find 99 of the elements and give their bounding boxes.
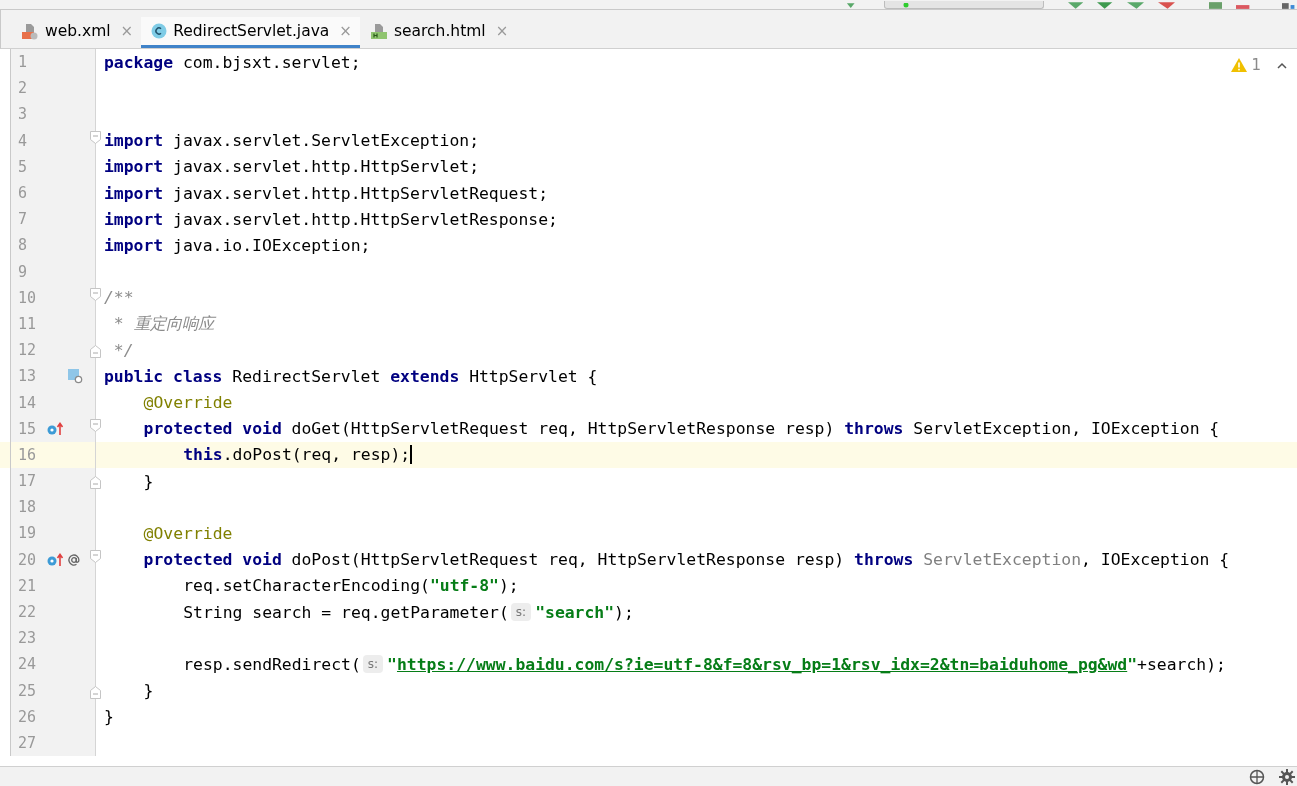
xml-file-icon (21, 22, 39, 40)
code-text: package (104, 52, 174, 72)
line-number: 23 (18, 629, 38, 648)
code-text: import (104, 131, 164, 151)
code-text: ServletException, IOException { (912, 419, 1220, 439)
code-text: "search" (535, 602, 615, 622)
text-caret (410, 445, 412, 465)
fold-icon[interactable] (90, 549, 101, 563)
line-number: 6 (18, 184, 29, 203)
line-number: 9 (18, 262, 29, 281)
code-text: } (104, 707, 114, 727)
line-number: 11 (18, 314, 38, 333)
code-text: @Override (143, 523, 233, 543)
code-text: } (143, 471, 154, 491)
line-number: 19 (18, 524, 38, 543)
line-number: 2 (18, 79, 29, 98)
code-text: String search = req.getParameter( (183, 602, 509, 622)
settings-icon[interactable] (1279, 768, 1295, 785)
line-number: 12 (18, 341, 38, 360)
line-number: 8 (18, 236, 29, 255)
code-text: .doPost(req, resp); (222, 445, 411, 465)
code-text: this (183, 445, 223, 465)
line-number: 24 (18, 655, 38, 674)
code-text: throws (844, 419, 904, 439)
class-icon (151, 23, 168, 39)
code-text: " (387, 654, 397, 674)
line-number: 1 (18, 53, 29, 72)
line-number: 25 (18, 681, 38, 700)
code-text: /** (104, 288, 134, 308)
code-text: import (104, 157, 164, 177)
fold-icon[interactable] (90, 130, 101, 144)
code-text: javax.servlet.http.HttpServletRequest; (172, 183, 549, 203)
code-text: resp.sendRedirect( (183, 654, 361, 674)
line-number: 27 (18, 733, 38, 752)
code-text: ServletException (922, 550, 1082, 570)
fold-icon[interactable] (90, 287, 101, 301)
fold-icon[interactable] (90, 685, 101, 699)
line-number: 13 (18, 367, 38, 386)
url-link[interactable]: https://www.baidu.com/s?ie=utf-8&f=8&rsv_bp=1&rsv_idx=2&tn=baiduhome_pg&wd (397, 654, 1128, 674)
code-text: req.setCharacterEncoding( (183, 576, 430, 596)
code-text: } (143, 681, 154, 701)
code-text: javax.servlet.ServletException; (172, 131, 479, 151)
code-text: RedirectServlet (231, 366, 382, 386)
parameter-hint: s: (510, 603, 532, 622)
code-text: com.bjsxt.servlet; (181, 52, 361, 72)
editor-tab[interactable]: RedirectServlet.java × (141, 17, 360, 48)
code-text: "utf-8" (429, 576, 499, 596)
code-text: throws (854, 550, 914, 570)
line-number: 21 (18, 576, 38, 595)
code-text: javax.servlet.http.HttpServletResponse; (172, 209, 558, 229)
line-number: 4 (18, 131, 29, 150)
code-text: import (104, 209, 164, 229)
line-number: 14 (18, 393, 38, 412)
line-number: 20 (18, 550, 38, 569)
line-number: 15 (18, 419, 38, 438)
memory-indicator-icon[interactable] (1249, 768, 1265, 785)
code-text: public class (104, 366, 223, 386)
code-text: javax.servlet.http.HttpServlet; (172, 157, 479, 177)
fold-icon[interactable] (90, 476, 101, 489)
code-text: extends (390, 366, 460, 386)
html-file-icon (369, 22, 388, 40)
parameter-hint: s: (362, 655, 384, 674)
line-number: 26 (18, 707, 38, 726)
warning-icon[interactable] (1231, 58, 1248, 72)
fold-icon[interactable] (90, 418, 101, 432)
annotation-icon[interactable] (67, 552, 81, 567)
caret-up-icon[interactable] (1277, 61, 1287, 69)
code-text: " (1127, 654, 1138, 674)
line-number: 7 (18, 210, 29, 229)
line-number: 5 (18, 157, 29, 176)
line-number: 17 (18, 472, 38, 491)
editor-tab[interactable]: search.html × (359, 17, 517, 48)
fold-icon[interactable] (90, 345, 101, 359)
code-text: +search); (1137, 654, 1226, 674)
overrides-icon[interactable] (47, 552, 64, 567)
code-text: java.io.IOException; (172, 235, 371, 255)
code-text: protected void (143, 419, 282, 439)
line-number: 22 (18, 603, 38, 622)
code-text: * 重定向响应 (112, 312, 214, 335)
code-text: doPost(HttpServletRequest req, HttpServletResponse resp) (290, 550, 846, 570)
code-text: ); (614, 602, 634, 622)
class-gutter-icon[interactable] (67, 368, 83, 385)
code-text: HttpServlet { (468, 366, 598, 386)
code-text: , IOException { (1081, 550, 1230, 570)
code-text: @Override (143, 393, 233, 413)
line-number: 3 (18, 105, 29, 124)
code-text: protected void (143, 550, 282, 570)
overrides-icon[interactable] (47, 421, 64, 436)
warning-count: 1 (1251, 56, 1261, 74)
editor-tab[interactable]: web.xml × (11, 17, 142, 48)
line-number: 10 (18, 288, 38, 307)
code-text: ); (498, 576, 519, 596)
code-text: doGet(HttpServletRequest req, HttpServletResponse resp) (290, 419, 836, 439)
code-text: import (104, 235, 164, 255)
line-number: 16 (18, 445, 38, 464)
close-icon[interactable]: × (339, 22, 352, 40)
line-number: 18 (18, 498, 38, 517)
code-text: import (104, 183, 164, 203)
code-text: */ (112, 340, 134, 360)
